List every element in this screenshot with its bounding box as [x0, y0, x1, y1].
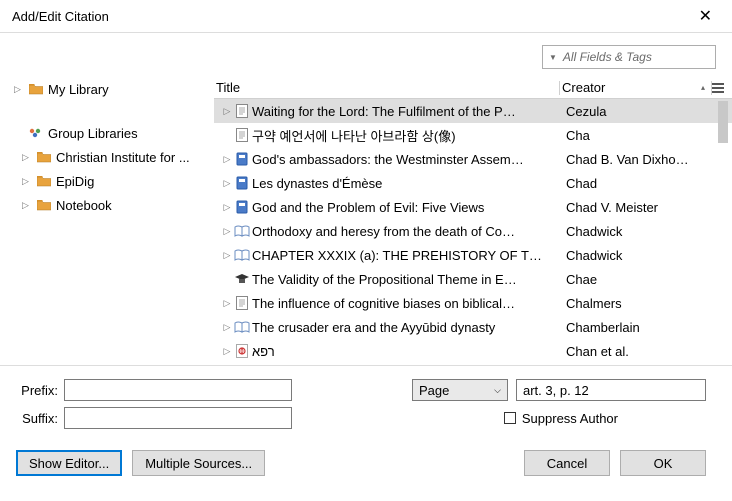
suppress-author-label: Suppress Author [522, 411, 618, 426]
library-node[interactable]: ▷ Notebook [0, 193, 214, 217]
book-section-icon [232, 321, 252, 333]
search-dropdown-icon: ▼ [549, 53, 557, 62]
library-node[interactable]: Group Libraries [0, 121, 214, 145]
citation-item[interactable]: ▷ Orthodoxy and heresy from the death of … [214, 219, 732, 243]
scroll-thumb[interactable] [718, 101, 728, 143]
expand-arrow-icon: ▷ [222, 298, 232, 309]
prefix-label: Prefix: [16, 383, 64, 398]
expand-arrow-icon: ▷ [222, 202, 232, 213]
library-node-label: Christian Institute for ... [56, 150, 190, 165]
multiple-sources-button[interactable]: Multiple Sources... [132, 450, 265, 476]
window-title: Add/Edit Citation [12, 9, 109, 24]
document-icon [232, 296, 252, 310]
library-node[interactable]: ▷ EpiDig [0, 169, 214, 193]
column-headers: Title Creator ▴ [214, 77, 732, 99]
group-icon [28, 127, 44, 139]
book-icon [232, 200, 252, 214]
folder-icon [36, 151, 52, 163]
item-creator: Chae [564, 272, 732, 287]
expand-arrow-icon: ▷ [222, 106, 232, 117]
item-creator: Chad B. Van Dixho… [564, 152, 732, 167]
citation-item[interactable]: ▷ God and the Problem of Evil: Five Views… [214, 195, 732, 219]
citation-item[interactable]: ▷ רפאChan et al. [214, 339, 732, 363]
expand-arrow-icon: ▷ [222, 226, 232, 237]
prefix-input[interactable] [64, 379, 292, 401]
suffix-label: Suffix: [16, 411, 64, 426]
suppress-author-checkbox[interactable] [504, 412, 516, 424]
expand-arrow-icon: ▷ [22, 176, 32, 187]
citation-item[interactable]: ▷ The crusader era and the Ayyūbid dynast… [214, 315, 732, 339]
citation-item[interactable]: ▷ Waiting for the Lord: The Fulfilment of… [214, 99, 732, 123]
book-icon [232, 176, 252, 190]
item-title: The crusader era and the Ayyūbid dynasty [252, 320, 564, 335]
item-title: The influence of cognitive biases on bib… [252, 296, 564, 311]
document-icon [232, 104, 252, 118]
library-node-label: Notebook [56, 198, 112, 213]
folder-icon [28, 83, 44, 95]
scrollbar[interactable] [716, 101, 730, 351]
item-creator: Chad [564, 176, 732, 191]
item-creator: Cha [564, 128, 732, 143]
show-editor-button[interactable]: Show Editor... [16, 450, 122, 476]
item-title: Les dynastes d'Émèse [252, 176, 564, 191]
column-config-button[interactable] [712, 82, 732, 94]
sort-asc-icon: ▴ [701, 83, 705, 92]
library-node[interactable]: ▷ Christian Institute for ... [0, 145, 214, 169]
library-tree: ▷ My Library Group Libraries ▷ Christian Ins… [0, 33, 214, 365]
citation-item[interactable]: 구약 예언서에 나타난 아브라함 상(像)Cha [214, 123, 732, 147]
expand-arrow-icon: ▷ [14, 84, 24, 95]
item-creator: Chad V. Meister [564, 200, 732, 215]
library-node-label: EpiDig [56, 174, 94, 189]
search-placeholder: All Fields & Tags [563, 50, 652, 64]
book-section-icon [232, 225, 252, 237]
folder-icon [36, 199, 52, 211]
expand-arrow-icon: ▷ [222, 178, 232, 189]
ok-button[interactable]: OK [620, 450, 706, 476]
library-node-label: Group Libraries [48, 126, 138, 141]
locator-value-input[interactable] [516, 379, 706, 401]
book-icon [232, 152, 252, 166]
pdf-icon [232, 344, 252, 358]
expand-arrow-icon: ▷ [22, 200, 32, 211]
thesis-icon [232, 273, 252, 285]
item-creator: Chalmers [564, 296, 732, 311]
item-title: God and the Problem of Evil: Five Views [252, 200, 564, 215]
search-field[interactable]: ▼ All Fields & Tags [542, 45, 716, 69]
item-creator: Chan et al. [564, 344, 732, 359]
folder-icon [36, 175, 52, 187]
citation-item[interactable]: ▷ Les dynastes d'ÉmèseChad [214, 171, 732, 195]
expand-arrow-icon: ▷ [222, 346, 232, 357]
item-list: ▷ Waiting for the Lord: The Fulfilment of… [214, 99, 732, 365]
document-icon [232, 128, 252, 142]
library-node[interactable]: ▷ My Library [0, 77, 214, 101]
chevron-down-icon: ⌵ [494, 385, 501, 396]
expand-arrow-icon: ▷ [222, 322, 232, 333]
item-title: CHAPTER XXXIX (a): THE PREHISTORY OF T… [252, 248, 564, 263]
item-title: 구약 예언서에 나타난 아브라함 상(像) [252, 126, 564, 145]
citation-item[interactable]: ▷ God's ambassadors: the Westminster Asse… [214, 147, 732, 171]
item-creator: Cezula [564, 104, 732, 119]
cancel-button[interactable]: Cancel [524, 450, 610, 476]
citation-item[interactable]: ▷ The influence of cognitive biases on bi… [214, 291, 732, 315]
library-node-label: My Library [48, 82, 109, 97]
column-creator[interactable]: Creator ▴ [560, 80, 711, 95]
item-creator: Chadwick [564, 248, 732, 263]
expand-arrow-icon: ▷ [222, 154, 232, 165]
item-creator: Chamberlain [564, 320, 732, 335]
citation-item[interactable]: ▷ CHAPTER XXXIX (a): THE PREHISTORY OF T…… [214, 243, 732, 267]
column-title[interactable]: Title [214, 80, 559, 95]
item-title: רפא [252, 344, 564, 359]
item-creator: Chadwick [564, 224, 732, 239]
book-section-icon [232, 249, 252, 261]
citation-item[interactable]: The Validity of the Propositional Theme … [214, 267, 732, 291]
close-button[interactable]: ✕ [691, 2, 720, 30]
suffix-input[interactable] [64, 407, 292, 429]
item-title: Orthodoxy and heresy from the death of C… [252, 224, 564, 239]
item-title: God's ambassadors: the Westminster Assem… [252, 152, 564, 167]
expand-arrow-icon: ▷ [22, 152, 32, 163]
item-title: The Validity of the Propositional Theme … [252, 272, 564, 287]
item-title: Waiting for the Lord: The Fulfilment of … [252, 104, 564, 119]
expand-arrow-icon: ▷ [222, 250, 232, 261]
locator-type-select[interactable]: Page ⌵ [412, 379, 508, 401]
